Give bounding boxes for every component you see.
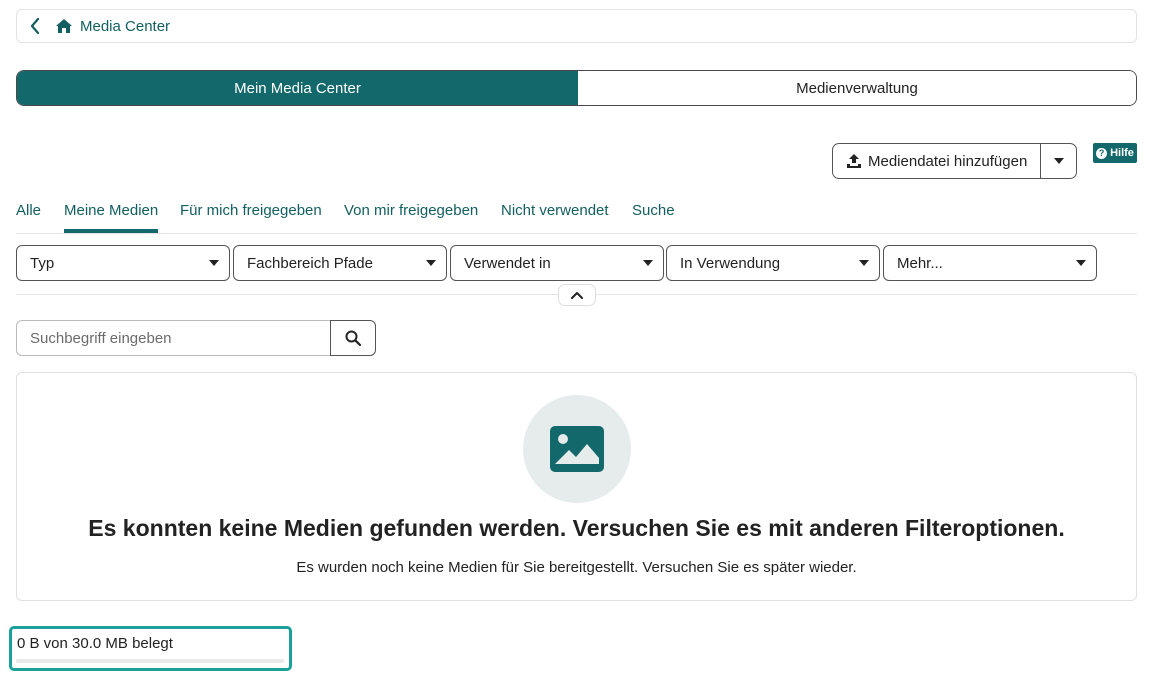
caret-down-icon (1076, 260, 1086, 266)
collapse-filters-button[interactable] (558, 284, 596, 306)
filter-mehr-label: Mehr... (897, 254, 943, 272)
search-icon (345, 330, 361, 346)
search-input[interactable] (16, 320, 331, 356)
active-tab-indicator (64, 229, 158, 233)
chevron-up-icon (571, 292, 583, 299)
empty-illustration (523, 395, 631, 503)
storage-quota: 0 B von 30.0 MB belegt (9, 626, 292, 671)
add-media-split-button: Mediendatei hinzufügen (832, 143, 1077, 179)
add-media-dropdown-button[interactable] (1041, 144, 1076, 178)
upload-icon (846, 153, 862, 169)
image-icon (550, 426, 604, 472)
caret-down-icon (859, 260, 869, 266)
storage-quota-text: 0 B von 30.0 MB belegt (17, 635, 173, 652)
filter-typ-label: Typ (30, 254, 55, 272)
tab-von-mir-freigegeben[interactable]: Von mir freigegeben (344, 202, 478, 219)
caret-down-icon (426, 260, 436, 266)
help-label: Hilfe (1110, 147, 1134, 159)
breadcrumb-media-center[interactable]: Media Center (80, 18, 170, 35)
filter-in-verwendung[interactable]: In Verwendung (666, 245, 880, 281)
filter-in-verwendung-label: In Verwendung (680, 254, 781, 272)
breadcrumb: Media Center (16, 9, 1137, 43)
caret-down-icon (209, 260, 219, 266)
view-switch: Mein Media Center Medienverwaltung (16, 70, 1137, 106)
filter-verwendet-in[interactable]: Verwendet in (450, 245, 664, 281)
media-tabs: Alle Meine Medien Für mich freigegeben V… (16, 196, 1137, 234)
tab-meine-medien[interactable]: Meine Medien (64, 202, 158, 219)
tab-suche[interactable]: Suche (632, 202, 675, 219)
caret-down-icon (643, 260, 653, 266)
storage-quota-bar (16, 659, 284, 663)
tab-mein-media-center[interactable]: Mein Media Center (17, 71, 578, 105)
help-button[interactable]: ? Hilfe (1093, 143, 1137, 163)
filter-mehr[interactable]: Mehr... (883, 245, 1097, 281)
add-media-button[interactable]: Mediendatei hinzufügen (833, 144, 1041, 178)
empty-state-title: Es konnten keine Medien gefunden werden.… (88, 515, 1065, 541)
help-icon: ? (1096, 147, 1108, 159)
empty-state: Es konnten keine Medien gefunden werden.… (16, 372, 1137, 601)
add-media-label: Mediendatei hinzufügen (868, 152, 1028, 170)
filter-fachbereich-label: Fachbereich Pfade (247, 254, 373, 272)
filter-typ[interactable]: Typ (16, 245, 230, 281)
filter-fachbereich-pfade[interactable]: Fachbereich Pfade (233, 245, 447, 281)
back-chevron-icon[interactable] (27, 16, 43, 36)
empty-state-subtitle: Es wurden noch keine Medien für Sie bere… (296, 559, 857, 576)
tab-alle[interactable]: Alle (16, 202, 41, 219)
home-icon[interactable] (55, 17, 73, 35)
filter-verwendet-in-label: Verwendet in (464, 254, 551, 272)
search-button[interactable] (330, 320, 376, 356)
tab-nicht-verwendet[interactable]: Nicht verwendet (501, 202, 609, 219)
tab-medienverwaltung[interactable]: Medienverwaltung (578, 71, 1136, 105)
tab-fuer-mich-freigegeben[interactable]: Für mich freigegeben (180, 202, 322, 219)
caret-down-icon (1053, 158, 1064, 164)
